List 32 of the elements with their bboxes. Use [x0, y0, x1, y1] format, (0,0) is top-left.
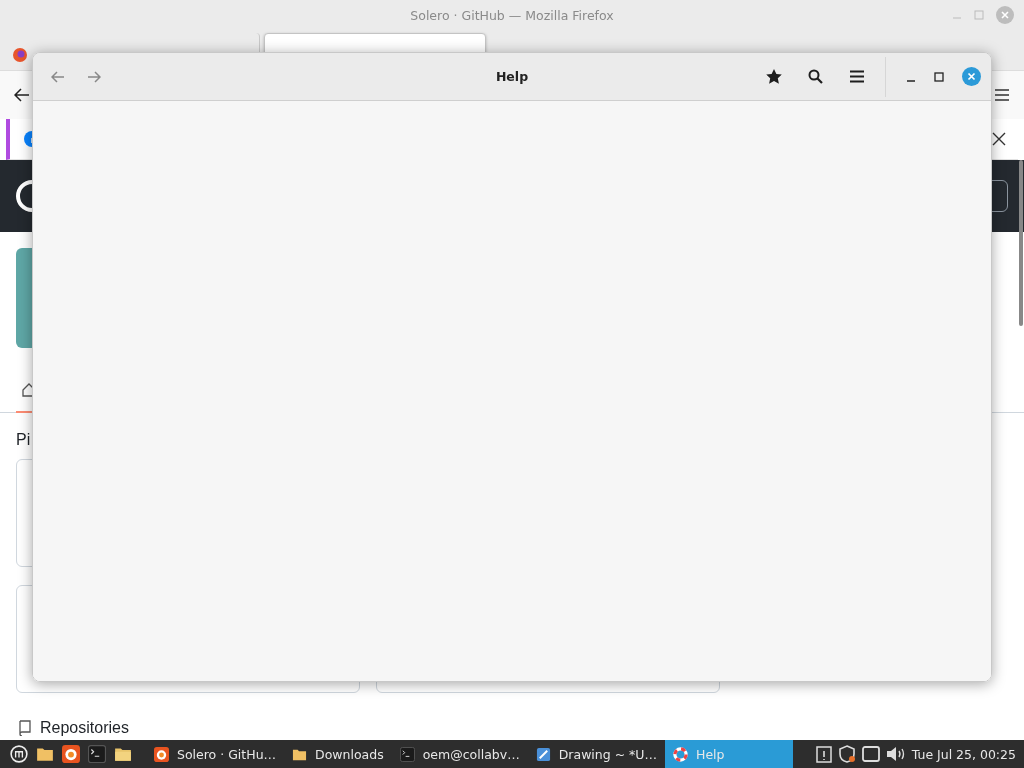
- back-arrow-icon[interactable]: [14, 88, 30, 102]
- taskbar-item[interactable]: Drawing ~ *U…: [527, 740, 665, 768]
- taskbar-item[interactable]: Solero · GitHu…: [146, 740, 285, 768]
- shield-icon[interactable]: [837, 745, 856, 763]
- app-icon: [673, 746, 688, 762]
- app-icon: [399, 746, 415, 762]
- window-title: Help: [495, 69, 529, 84]
- repositories-heading[interactable]: Repositories: [40, 719, 129, 737]
- repository-icon: [18, 720, 32, 736]
- menu-icon[interactable]: [994, 89, 1010, 101]
- menu-icon[interactable]: [849, 70, 865, 83]
- taskbar-item[interactable]: oem@collabv…: [391, 740, 528, 768]
- window-title: Solero · GitHub — Mozilla Firefox: [410, 7, 614, 23]
- folder-icon[interactable]: [114, 745, 132, 763]
- firefox-icon[interactable]: [12, 47, 28, 63]
- app-icon: [535, 746, 551, 762]
- window-icon[interactable]: [861, 746, 880, 762]
- taskbar-item[interactable]: Downloads: [284, 740, 392, 768]
- terminal-icon[interactable]: [88, 745, 106, 763]
- forward-arrow-icon[interactable]: [87, 70, 101, 83]
- section-heading: Pi: [16, 431, 32, 449]
- firefox-icon[interactable]: [62, 745, 80, 763]
- maximize-icon[interactable]: [934, 71, 944, 82]
- search-icon[interactable]: [808, 69, 823, 84]
- folder-icon[interactable]: [36, 745, 54, 763]
- speaker-icon[interactable]: [885, 746, 906, 762]
- clipboard-icon[interactable]: [815, 745, 832, 763]
- close-icon[interactable]: [992, 132, 1006, 146]
- scrollbar[interactable]: [1019, 160, 1023, 326]
- clock[interactable]: Tue Jul 25, 00:25: [911, 746, 1016, 762]
- app-icon: [154, 746, 169, 762]
- star-icon[interactable]: [766, 69, 782, 84]
